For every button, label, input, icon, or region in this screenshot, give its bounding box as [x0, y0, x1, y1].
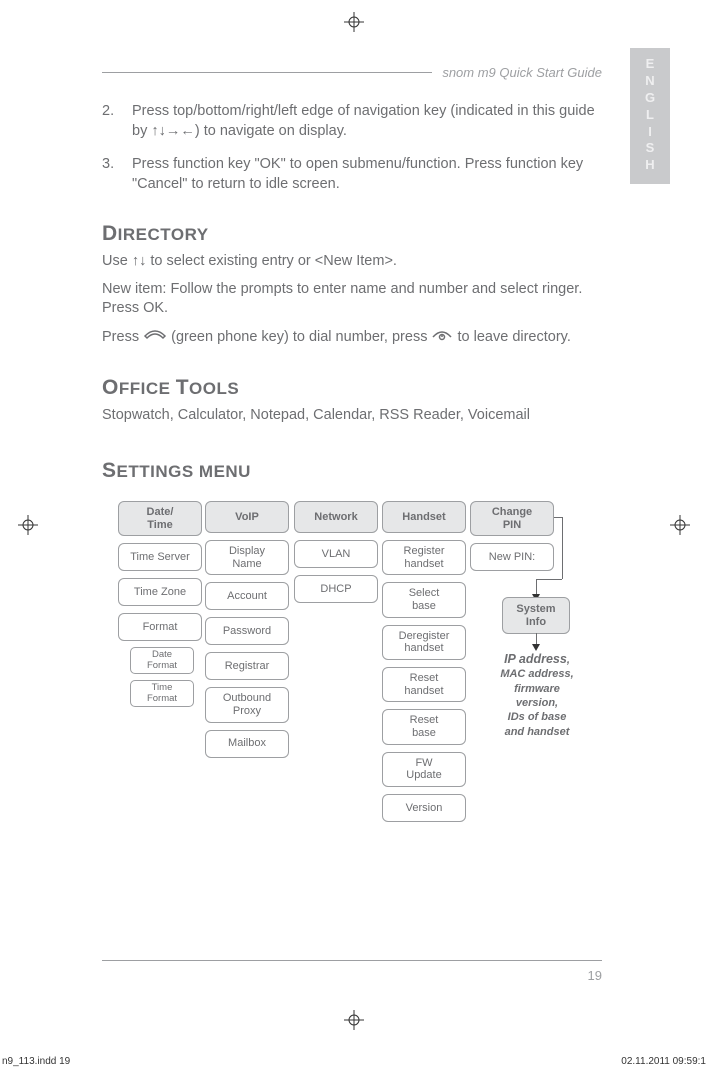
directory-body: Use ↑↓ to select existing entry or <New … [102, 252, 602, 347]
arrow-down-icon [532, 644, 540, 651]
item-select-base: Selectbase [382, 582, 466, 617]
page-header: snom m9 Quick Start Guide [102, 65, 602, 80]
item-deregister-handset: Deregisterhandset [382, 625, 466, 660]
lang-letter: L [630, 107, 670, 124]
menu-date-time: Date/Time [118, 501, 202, 536]
connector-line [554, 517, 562, 518]
item-outbound-proxy: OutboundProxy [205, 687, 289, 722]
item-time-server: Time Server [118, 543, 202, 571]
step-3: 3. Press function key "OK" to open subme… [102, 155, 602, 194]
end-call-icon [431, 327, 453, 348]
print-mark-timestamp: 02.11.2011 09:59:1 [621, 1056, 706, 1067]
numbered-steps: 2. Press top/bottom/right/left edge of n… [102, 102, 602, 194]
lang-letter: G [630, 90, 670, 107]
directory-p1: Use ↑↓ to select existing entry or <New … [102, 252, 602, 272]
header-rule [102, 72, 432, 73]
page-number: 19 [588, 968, 602, 983]
lang-letter: N [630, 73, 670, 90]
registration-mark-icon [344, 12, 364, 32]
step-text: Press function key "OK" to open submenu/… [132, 155, 602, 194]
col-change-pin: ChangePIN New PIN: [470, 501, 554, 571]
item-mailbox: Mailbox [205, 730, 289, 758]
item-account: Account [205, 582, 289, 610]
footer-rule [102, 960, 602, 961]
item-reset-base: Resetbase [382, 709, 466, 744]
print-mark-filename: n9_113.indd 19 [2, 1056, 70, 1067]
step-number: 3. [102, 155, 132, 194]
lang-letter: H [630, 157, 670, 174]
lang-letter: I [630, 124, 670, 141]
step-2: 2. Press top/bottom/right/left edge of n… [102, 102, 602, 141]
item-format: Format [118, 613, 202, 641]
step-text: Press top/bottom/right/left edge of navi… [132, 102, 602, 141]
col-handset: Handset Registerhandset Selectbase Dereg… [382, 501, 466, 822]
connector-line [562, 517, 563, 579]
directory-p3: Press (green phone key) to dial number, … [102, 327, 602, 348]
menu-handset: Handset [382, 501, 466, 533]
guide-title: snom m9 Quick Start Guide [442, 65, 602, 80]
system-info-text: IP address,MAC address,firmwareversion,I… [482, 651, 592, 739]
system-info-box: SystemInfo [502, 597, 570, 634]
phone-handset-icon [143, 327, 167, 347]
item-register-handset: Registerhandset [382, 540, 466, 575]
item-dhcp: DHCP [294, 575, 378, 603]
office-tools-heading: OFFICE TOOLS [102, 376, 602, 400]
item-vlan: VLAN [294, 540, 378, 568]
office-tools-body: Stopwatch, Calculator, Notepad, Calendar… [102, 406, 602, 426]
directory-heading: DIRECTORY [102, 222, 602, 246]
menu-change-pin: ChangePIN [470, 501, 554, 536]
lang-letter: E [630, 56, 670, 73]
directory-p2: New item: Follow the prompts to enter na… [102, 280, 602, 319]
item-password: Password [205, 617, 289, 645]
col-voip: VoIP DisplayName Account Password Regist… [205, 501, 289, 758]
col-date-time: Date/Time Time Server Time Zone Format D… [118, 501, 202, 707]
item-registrar: Registrar [205, 652, 289, 680]
registration-mark-icon [344, 1010, 364, 1030]
registration-mark-icon [670, 515, 690, 535]
language-tab: E N G L I S H [630, 48, 670, 184]
item-time-format: TimeFormat [130, 680, 194, 707]
settings-menu-heading: SETTINGS MENU [102, 459, 602, 483]
registration-mark-icon [18, 515, 38, 535]
lang-letter: S [630, 140, 670, 157]
connector-line [536, 579, 562, 580]
settings-menu-diagram: Date/Time Time Server Time Zone Format D… [102, 501, 592, 881]
item-date-format: DateFormat [130, 647, 194, 674]
item-time-zone: Time Zone [118, 578, 202, 606]
page-content: snom m9 Quick Start Guide 2. Press top/b… [102, 65, 602, 881]
menu-network: Network [294, 501, 378, 533]
item-version: Version [382, 794, 466, 822]
col-network: Network VLAN DHCP [294, 501, 378, 603]
menu-voip: VoIP [205, 501, 289, 533]
item-reset-handset: Resethandset [382, 667, 466, 702]
item-display-name: DisplayName [205, 540, 289, 575]
step-number: 2. [102, 102, 132, 141]
item-new-pin: New PIN: [470, 543, 554, 571]
item-fw-update: FWUpdate [382, 752, 466, 787]
office-tools-list: Stopwatch, Calculator, Notepad, Calendar… [102, 406, 602, 426]
